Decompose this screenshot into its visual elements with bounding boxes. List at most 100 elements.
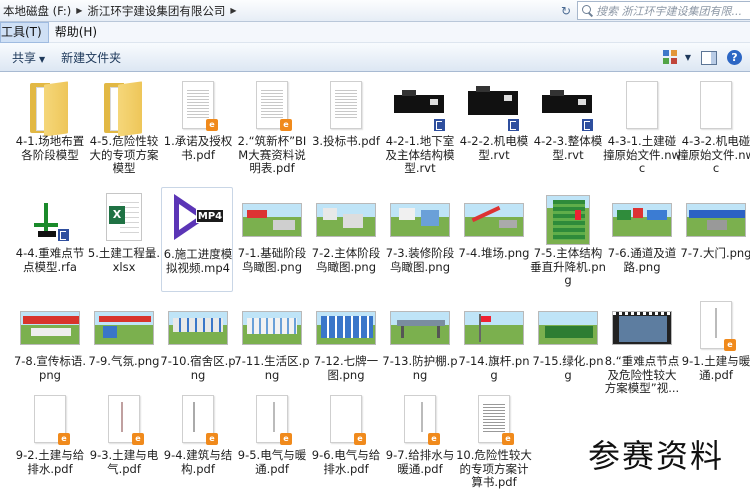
file-name: 4-4.重难点节点模型.rfa bbox=[15, 246, 85, 274]
excel-icon: X bbox=[88, 193, 160, 249]
file-name: 7-6.通道及道路.png bbox=[607, 246, 677, 274]
breadcrumb-chevron-icon[interactable]: ▶ bbox=[228, 6, 238, 15]
file-name: 7-11.生活区.png bbox=[234, 354, 310, 382]
document-icon bbox=[606, 81, 678, 137]
file-item[interactable]: 7-11.生活区.png bbox=[234, 295, 310, 400]
pdf-icon: e bbox=[680, 301, 750, 357]
file-name: 9-2.土建与给排水.pdf bbox=[15, 448, 85, 476]
file-item[interactable]: 7-3.装修阶段鸟瞰图.png bbox=[384, 187, 456, 292]
file-item[interactable]: 4-3-1.土建碰撞原始文件.nwc bbox=[603, 75, 681, 180]
file-item[interactable]: 3.投标书.pdf bbox=[310, 75, 382, 180]
search-box[interactable]: 搜索 浙江环宇建设集团有限... bbox=[577, 1, 750, 20]
image-thumbnail bbox=[532, 301, 604, 357]
file-item[interactable]: 7-8.宣传标语.png bbox=[14, 295, 86, 400]
image-thumbnail bbox=[384, 301, 456, 357]
command-bar: 共享 ▼ 新建文件夹 ▼ ? bbox=[0, 43, 750, 72]
file-name: 4-1.场地布置各阶段模型 bbox=[15, 134, 85, 162]
file-name: 7-10.宿舍区.png bbox=[160, 354, 236, 382]
menu-tools[interactable]: 工具(T) bbox=[0, 21, 49, 43]
refresh-icon[interactable]: ↻ bbox=[557, 3, 575, 19]
file-item[interactable]: e 9-1.土建与暖通.pdf bbox=[680, 295, 750, 400]
breadcrumb-drive[interactable]: 本地磁盘 (F:) bbox=[0, 3, 74, 19]
chevron-down-icon: ▼ bbox=[39, 54, 46, 64]
file-view[interactable]: 4-1.场地布置各阶段模型 4-5.危险性较大的专项方案模型 e 1.承诺及授权… bbox=[0, 73, 750, 498]
file-item[interactable]: e 9-6.电气与给排水.pdf bbox=[310, 389, 382, 494]
file-item-selected[interactable]: MP4 6.施工进度模拟视频.mp4 bbox=[161, 187, 233, 292]
file-name: 7-4.堆场.png bbox=[458, 246, 530, 260]
file-item[interactable]: 7-13.防护棚.png bbox=[382, 295, 458, 400]
file-item[interactable]: 7-15.绿化.png bbox=[532, 295, 604, 400]
file-name: 1.承诺及授权书.pdf bbox=[163, 134, 233, 162]
file-item[interactable]: 4-1.场地布置各阶段模型 bbox=[14, 75, 86, 180]
image-thumbnail bbox=[680, 193, 750, 249]
file-item[interactable]: e 9-4.建筑与结构.pdf bbox=[162, 389, 234, 494]
new-folder-button[interactable]: 新建文件夹 bbox=[53, 49, 129, 66]
file-name: 4-3-2.机电碰撞原始文件.nwc bbox=[677, 134, 750, 175]
file-name: 10.危险性较大的专项方案计算书.pdf bbox=[456, 448, 532, 489]
file-item[interactable]: 7-9.气氛.png bbox=[88, 295, 160, 400]
folder-icon bbox=[14, 81, 86, 137]
file-item[interactable]: 7-6.通道及道路.png bbox=[606, 187, 678, 292]
pdf-icon: e bbox=[384, 395, 456, 451]
preview-pane-icon[interactable] bbox=[701, 50, 717, 65]
file-name: 7-8.宣传标语.png bbox=[13, 354, 87, 382]
file-name: 7-14.旗杆.png bbox=[458, 354, 530, 382]
file-item[interactable]: 8.“重难点节点及危险性较大方案模型”视... bbox=[605, 295, 679, 400]
file-name: 4-2-3.整体模型.rvt bbox=[533, 134, 603, 162]
file-item[interactable]: 4-3-2.机电碰撞原始文件.nwc bbox=[677, 75, 750, 180]
pdf-icon: e bbox=[310, 395, 382, 451]
file-name: 3.投标书.pdf bbox=[312, 134, 380, 148]
file-item[interactable]: 4-2-2.机电模型.rvt bbox=[458, 75, 530, 180]
file-item[interactable]: 7-12.七牌一图.png bbox=[310, 295, 382, 400]
breadcrumb-folder[interactable]: 浙江环宇建设集团有限公司 bbox=[84, 3, 228, 19]
file-item[interactable]: 7-4.堆场.png bbox=[458, 187, 530, 292]
video-thumbnail bbox=[606, 301, 678, 357]
file-item[interactable]: e 9-7.给排水与暖通.pdf bbox=[384, 389, 456, 494]
revit-model-icon bbox=[458, 81, 530, 137]
file-name: 7-7.大门.png bbox=[680, 246, 750, 260]
file-item[interactable]: 7-1.基础阶段鸟瞰图.png bbox=[236, 187, 308, 292]
file-item[interactable]: e 9-2.土建与给排水.pdf bbox=[14, 389, 86, 494]
view-options-icon[interactable] bbox=[662, 49, 679, 66]
help-icon[interactable]: ? bbox=[727, 50, 742, 65]
pdf-icon: e bbox=[458, 395, 530, 451]
file-item[interactable]: 7-10.宿舍区.png bbox=[160, 295, 236, 400]
file-name: 9-6.电气与给排水.pdf bbox=[311, 448, 381, 476]
file-item[interactable]: 7-2.主体阶段鸟瞰图.png bbox=[310, 187, 382, 292]
image-thumbnail bbox=[606, 193, 678, 249]
image-thumbnail bbox=[310, 193, 382, 249]
file-item[interactable]: 4-5.危险性较大的专项方案模型 bbox=[88, 75, 160, 180]
image-thumbnail bbox=[162, 301, 234, 357]
pdf-icon: e bbox=[162, 395, 234, 451]
file-name: 7-15.绿化.png bbox=[532, 354, 604, 382]
image-thumbnail bbox=[310, 301, 382, 357]
file-name: 9-7.给排水与暖通.pdf bbox=[385, 448, 455, 476]
file-name: 7-2.主体阶段鸟瞰图.png bbox=[311, 246, 381, 274]
file-item[interactable]: 4-2-3.整体模型.rvt bbox=[532, 75, 604, 180]
file-item[interactable]: e 2.“筑新杯”BIM大赛资料说明表.pdf bbox=[236, 75, 308, 180]
file-name: 4-3-1.土建碰撞原始文件.nwc bbox=[603, 134, 681, 175]
file-item[interactable]: e 1.承诺及授权书.pdf bbox=[162, 75, 234, 180]
pdf-icon: e bbox=[14, 395, 86, 451]
file-item[interactable]: X 5.土建工程量.xlsx bbox=[88, 187, 160, 292]
file-item[interactable]: e 9-5.电气与暖通.pdf bbox=[236, 389, 308, 494]
file-item[interactable]: 7-5.主体结构垂直升降机.png bbox=[530, 187, 606, 292]
menu-help[interactable]: 帮助(H) bbox=[49, 22, 103, 43]
breadcrumb-chevron-icon[interactable]: ▶ bbox=[74, 6, 84, 15]
file-name: 5.土建工程量.xlsx bbox=[87, 246, 161, 274]
file-name: 4-2-2.机电模型.rvt bbox=[459, 134, 529, 162]
file-item[interactable]: e 9-3.土建与电气.pdf bbox=[88, 389, 160, 494]
search-input[interactable]: 搜索 浙江环宇建设集团有限... bbox=[596, 3, 742, 19]
view-chevron-down-icon[interactable]: ▼ bbox=[685, 53, 691, 62]
file-name: 7-12.七牌一图.png bbox=[313, 354, 379, 382]
revit-model-icon bbox=[384, 81, 456, 137]
file-item[interactable]: e 10.危险性较大的专项方案计算书.pdf bbox=[456, 389, 532, 494]
file-name: 7-5.主体结构垂直升降机.png bbox=[530, 246, 606, 287]
file-item[interactable]: 4-4.重难点节点模型.rfa bbox=[14, 187, 86, 292]
share-button[interactable]: 共享 ▼ bbox=[4, 49, 53, 66]
search-icon[interactable] bbox=[578, 2, 596, 19]
file-item[interactable]: 4-2-1.地下室及主体结构模型.rvt bbox=[384, 75, 456, 180]
file-item[interactable]: 7-14.旗杆.png bbox=[458, 295, 530, 400]
breadcrumb[interactable]: 本地磁盘 (F:) ▶ 浙江环宇建设集团有限公司 ▶ bbox=[0, 1, 560, 20]
file-item[interactable]: 7-7.大门.png bbox=[680, 187, 750, 292]
